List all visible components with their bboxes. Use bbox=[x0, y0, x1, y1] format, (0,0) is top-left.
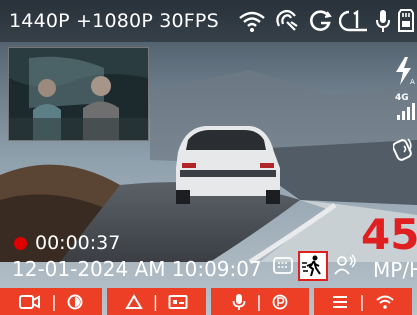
parking-mode-icon[interactable] bbox=[339, 8, 369, 34]
microphone-icon bbox=[232, 293, 246, 310]
camera-switch-icon bbox=[19, 294, 41, 309]
signal-4g-icon[interactable]: 4G bbox=[393, 93, 417, 125]
sd-card-icon[interactable] bbox=[397, 8, 415, 34]
menu-icon bbox=[333, 295, 348, 308]
recording-timer: 00:00:37 bbox=[35, 232, 121, 254]
recording-indicator: 00:00:37 bbox=[14, 232, 120, 254]
separator: | bbox=[256, 292, 262, 311]
record-toggle-icon bbox=[67, 294, 83, 309]
driver-monitor-icon[interactable] bbox=[333, 253, 357, 277]
parking-icon bbox=[272, 294, 288, 309]
record-dot-icon bbox=[14, 236, 27, 250]
interior-camera-pip[interactable] bbox=[8, 47, 149, 141]
status-bar: 1440P +1080P 30FPS bbox=[0, 0, 417, 42]
subtitle-icon[interactable] bbox=[272, 255, 294, 277]
audio-button[interactable]: | bbox=[211, 288, 309, 315]
wifi-icon[interactable] bbox=[237, 8, 267, 34]
separator: | bbox=[51, 292, 57, 311]
separator: | bbox=[152, 292, 159, 311]
separator: | bbox=[359, 292, 365, 311]
voice-control-icon[interactable] bbox=[393, 135, 415, 163]
emergency-lock-button[interactable]: | bbox=[107, 288, 206, 315]
pedestrian-alert-button[interactable] bbox=[298, 251, 328, 281]
network-label: 4G bbox=[395, 93, 409, 103]
gps-icon[interactable] bbox=[273, 8, 301, 34]
speed-value: 45 bbox=[361, 210, 417, 259]
wifi-icon bbox=[376, 295, 394, 309]
dashcam-screen: 1440P +1080P 30FPS A 4G 00:00:37 12-01-2… bbox=[0, 0, 417, 315]
triangle-icon bbox=[125, 293, 143, 309]
bottom-toolbar: | | | | bbox=[0, 288, 417, 315]
resolution-label: 1440P +1080P 30FPS bbox=[9, 10, 219, 32]
pedestrian-alert-icon bbox=[302, 255, 321, 277]
date-time-stamp: 12-01-2024 AM 10:09:07 bbox=[12, 257, 262, 281]
microphone-icon[interactable] bbox=[375, 8, 391, 34]
camera-switch-button[interactable]: | bbox=[0, 288, 102, 315]
g-sensor-icon[interactable] bbox=[307, 8, 333, 34]
speed-unit: MP/H bbox=[373, 258, 417, 282]
menu-button[interactable]: | bbox=[314, 288, 412, 315]
flash-auto-icon[interactable]: A bbox=[393, 56, 417, 86]
gallery-icon bbox=[168, 294, 188, 309]
status-icons bbox=[237, 6, 415, 36]
svg-text:A: A bbox=[410, 78, 415, 86]
